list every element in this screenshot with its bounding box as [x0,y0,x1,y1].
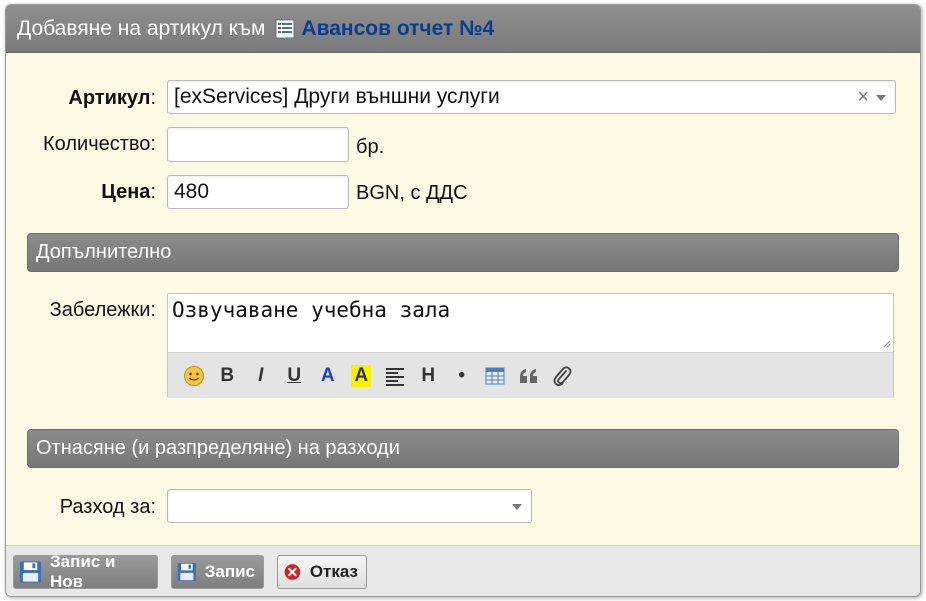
section-additional[interactable]: Допълнително [27,233,899,272]
save-label: Запис [204,562,255,581]
dialog-titlebar: Добавяне на артикул към Авансов отчет №4 [6,5,920,53]
price-input[interactable]: 480 [167,175,349,209]
align-icon[interactable] [378,361,412,391]
floppy-disk-icon [177,562,196,582]
quantity-unit: бр. [356,136,385,158]
editor-toolbar: B I U A A H • [168,352,893,398]
italic-button[interactable]: I [244,361,278,391]
notes-label: Забележки: [49,299,156,321]
dialog-title: Добавяне на артикул към [17,16,266,40]
cancel-label: Отказ [309,562,358,581]
resize-grip-icon[interactable] [883,340,891,348]
background-color-label: A [351,364,372,387]
article-select-value: [exServices] Други външни услуги [174,85,500,108]
text-color-button[interactable]: A [311,361,345,391]
floppy-disk-icon [19,561,42,583]
bold-button[interactable]: B [211,361,245,391]
save-and-new-label: Запис и Нов [50,552,116,591]
list-button[interactable]: • [445,361,479,391]
quantity-input[interactable] [167,127,349,162]
document-link[interactable]: Авансов отчет №4 [301,17,494,41]
price-label-colon: : [150,181,156,203]
section-expenses[interactable]: Отнасяне (и разпределяне) на разходи [27,429,899,468]
clear-icon[interactable]: × [857,86,869,109]
chevron-down-icon[interactable] [876,95,886,101]
add-article-dialog: Добавяне на артикул към Авансов отчет №4… [5,4,921,597]
article-label-text: Артикул [68,87,151,109]
notes-textarea[interactable]: Озвучаване учебна зала [168,294,893,352]
table-icon[interactable] [479,361,513,391]
cancel-button[interactable]: Отказ [277,555,367,589]
article-label: Артикул: [26,87,156,110]
article-label-colon: : [150,87,156,109]
save-button[interactable]: Запис [171,555,264,589]
notes-editor: Озвучаване учебна зала B I U A A H • [167,293,894,398]
price-label-text: Цена [101,181,151,203]
chevron-down-icon[interactable] [512,504,522,510]
underline-button[interactable]: U [278,361,312,391]
background-color-button[interactable]: A [345,361,379,391]
expense-label: Разход за: [59,496,156,518]
article-select[interactable]: [exServices] Други външни услуги × [167,80,896,114]
price-label: Цена: [26,181,156,204]
paperclip-icon[interactable] [546,361,580,391]
cancel-icon [284,564,301,580]
smiley-icon[interactable] [177,361,211,391]
save-and-new-button[interactable]: Запис и Нов [13,552,158,591]
quote-icon[interactable] [512,361,546,391]
document-icon [275,19,295,39]
price-unit: BGN, с ДДС [356,182,468,204]
expense-select[interactable] [167,489,532,523]
dialog-footer: Запис и Нов Запис Отказ [6,545,920,596]
heading-button[interactable]: H [412,361,446,391]
quantity-label: Количество: [43,133,156,155]
